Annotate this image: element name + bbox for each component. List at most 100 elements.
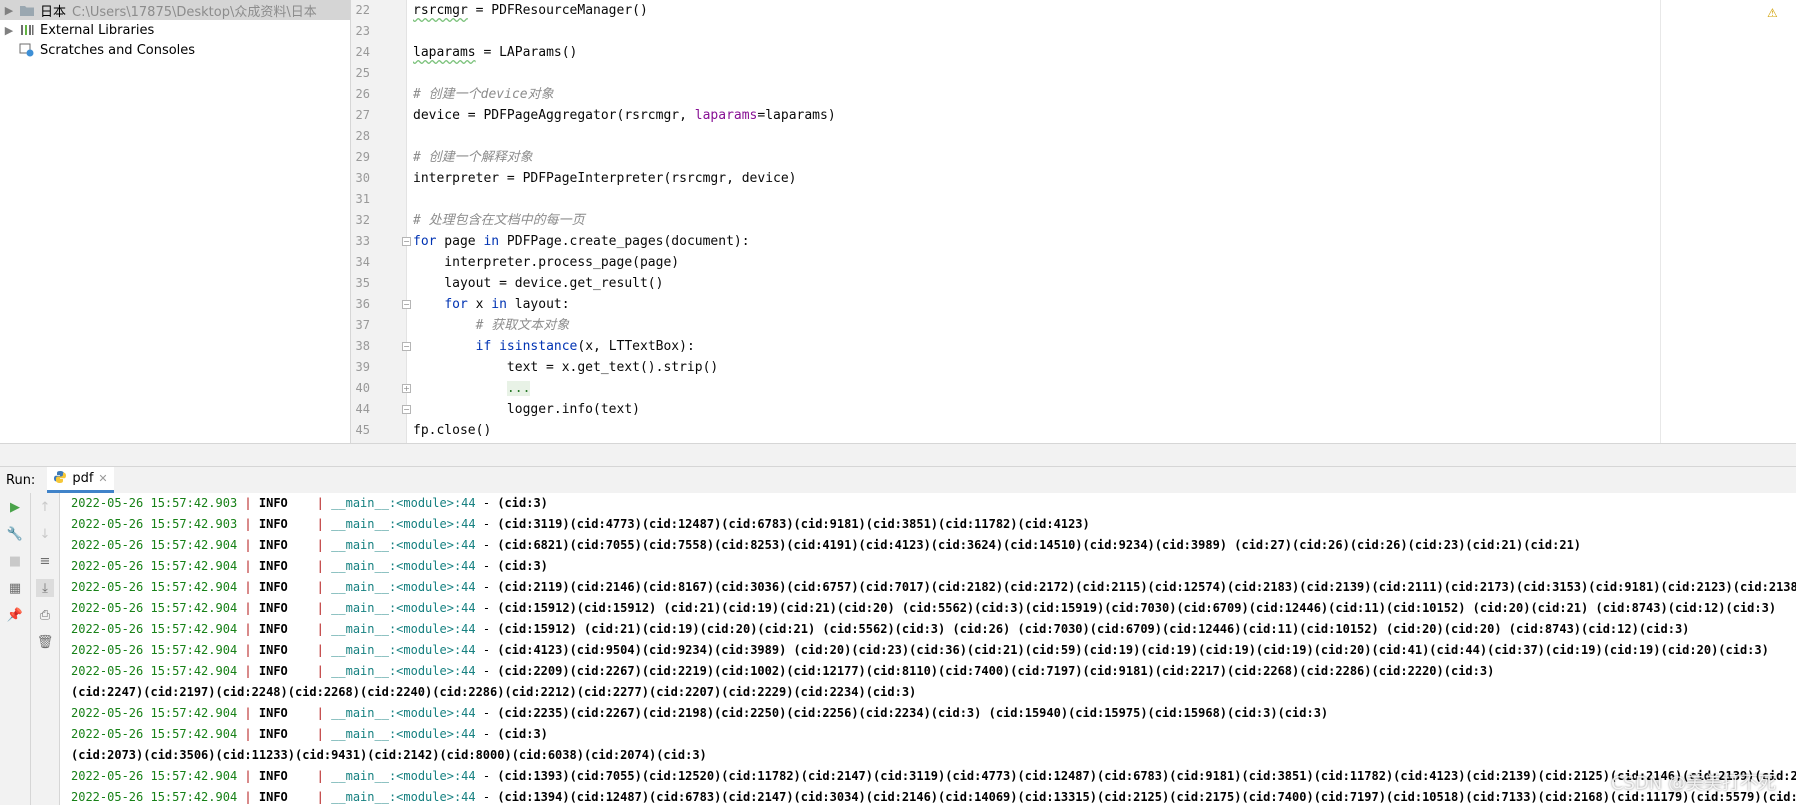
console-level: INFO xyxy=(258,727,317,741)
console-level: INFO xyxy=(258,601,317,615)
code-line: for x in layout: xyxy=(444,297,570,312)
separator: | xyxy=(244,622,252,636)
separator: | xyxy=(316,706,324,720)
splitter[interactable] xyxy=(0,443,1796,466)
console-line: 2022-05-26 15:57:42.903 | INFO | __main_… xyxy=(71,517,1090,531)
fold-marker-icon[interactable]: − xyxy=(402,342,411,351)
console-line: 2022-05-26 15:57:42.904 | INFO | __main_… xyxy=(71,727,548,741)
run-toolbar-primary: ▶ 🔧 ■ ▦ 📌 xyxy=(0,493,31,805)
console-module: __main__:<module>:44 xyxy=(331,706,476,720)
soft-wrap-icon[interactable]: ≡ xyxy=(36,552,54,570)
code-line: ... xyxy=(506,381,531,396)
print-icon[interactable]: ⎙ xyxy=(36,606,54,624)
line-number: 28 xyxy=(355,129,370,143)
separator: | xyxy=(244,790,252,804)
console-module: __main__:<module>:44 xyxy=(331,790,476,804)
libraries-icon xyxy=(18,23,36,37)
tree-item-path: C:\Users\17875\Desktop\众成资料\日本 xyxy=(72,4,317,20)
console-timestamp: 2022-05-26 15:57:42.904 xyxy=(71,601,238,615)
console-timestamp: 2022-05-26 15:57:42.904 xyxy=(71,769,238,783)
console-message: (cid:3) xyxy=(497,559,548,573)
line-number: 45 xyxy=(355,423,370,437)
code-line: if isinstance(x, LTTextBox): xyxy=(475,339,695,354)
console-line: 2022-05-26 15:57:42.904 | INFO | __main_… xyxy=(71,643,1769,657)
console-message: (cid:2119)(cid:2146)(cid:8167)(cid:3036)… xyxy=(497,580,1796,594)
console-timestamp: 2022-05-26 15:57:42.904 xyxy=(71,790,238,804)
code-line: laparams = LAParams() xyxy=(413,45,578,60)
down-icon[interactable]: ↓ xyxy=(36,525,54,543)
expand-arrow-icon[interactable]: ▶ xyxy=(0,24,18,37)
separator: | xyxy=(316,580,324,594)
code-line: rsrcmgr = PDFResourceManager() xyxy=(413,3,648,18)
separator: | xyxy=(316,643,324,657)
close-icon[interactable]: ✕ xyxy=(98,472,107,485)
line-number: 34 xyxy=(355,255,370,269)
line-number: 40 xyxy=(355,381,370,395)
separator: | xyxy=(244,727,252,741)
tree-item-label: 日本 xyxy=(40,4,67,20)
fold-marker-icon[interactable]: − xyxy=(402,300,411,309)
tree-item-external-libraries[interactable]: ▶ External Libraries xyxy=(0,20,350,40)
stop-icon[interactable]: ■ xyxy=(6,552,24,570)
code-line: fp.close() xyxy=(413,423,492,438)
scratches-icon xyxy=(18,43,36,57)
console-timestamp: 2022-05-26 15:57:42.904 xyxy=(71,622,238,636)
line-number: 25 xyxy=(355,66,370,80)
console-timestamp: 2022-05-26 15:57:42.903 xyxy=(71,496,238,510)
console-line: 2022-05-26 15:57:42.904 | INFO | __main_… xyxy=(60,577,1796,598)
line-number: 26 xyxy=(355,87,370,101)
console-message: (cid:1394)(cid:12487)(cid:6783)(cid:2147… xyxy=(497,790,1796,804)
code-line: interpreter = PDFPageInterpreter(rsrcmgr… xyxy=(413,171,797,186)
console-timestamp: 2022-05-26 15:57:42.904 xyxy=(71,727,238,741)
console-message: (cid:3119)(cid:4773)(cid:12487)(cid:6783… xyxy=(497,517,1090,531)
separator: | xyxy=(316,727,324,741)
layout-icon[interactable]: ▦ xyxy=(6,579,24,597)
code-line: interpreter.process_page(page) xyxy=(413,255,680,270)
code-line: for page in PDFPage.create_pages(documen… xyxy=(413,234,750,249)
pin-icon[interactable]: 📌 xyxy=(6,606,24,624)
line-number: 29 xyxy=(355,150,370,164)
fold-marker-icon[interactable]: − xyxy=(402,405,411,414)
console-module: __main__:<module>:44 xyxy=(331,496,476,510)
line-number: 35 xyxy=(355,276,370,290)
console-line: 2022-05-26 15:57:42.904 | INFO | __main_… xyxy=(71,706,1329,720)
separator: | xyxy=(316,496,324,510)
warning-icon[interactable]: ⚠ xyxy=(1767,6,1778,20)
separator: | xyxy=(244,559,252,573)
console-line: 2022-05-26 15:57:42.904 | INFO | __main_… xyxy=(71,559,548,573)
tab-pdf[interactable]: pdf ✕ xyxy=(47,467,114,493)
console-output[interactable]: 2022-05-26 15:57:42.903 | INFO | __main_… xyxy=(60,493,1796,805)
tree-item-root[interactable]: ▶ 日本 C:\Users\17875\Desktop\众成资料\日本 xyxy=(0,0,350,20)
console-message: (cid:2235)(cid:2267)(cid:2198)(cid:2250)… xyxy=(497,706,1329,720)
tree-item-label: External Libraries xyxy=(40,22,155,38)
console-module: __main__:<module>:44 xyxy=(331,622,476,636)
code-line: # 获取文本对象 xyxy=(413,318,570,333)
line-number: 33 xyxy=(355,234,370,248)
tree-item-scratches[interactable]: Scratches and Consoles xyxy=(0,40,350,60)
right-margin-guide xyxy=(1660,0,1661,443)
console-message: (cid:15912)(cid:15912) (cid:21)(cid:19)(… xyxy=(497,601,1777,615)
trash-icon[interactable]: 🗑 xyxy=(36,633,54,651)
run-icon[interactable]: ▶ xyxy=(6,498,24,516)
tree-item-label: Scratches and Consoles xyxy=(40,42,196,58)
separator: | xyxy=(316,517,324,531)
console-level: INFO xyxy=(258,790,317,804)
console-message: (cid:3) xyxy=(497,496,548,510)
console-level: INFO xyxy=(258,496,317,510)
fold-marker-icon[interactable]: − xyxy=(402,237,411,246)
scroll-end-icon[interactable]: ⤓ xyxy=(36,579,54,597)
fold-marker-icon[interactable]: + xyxy=(402,384,411,393)
console-message: (cid:4123)(cid:9504)(cid:9234)(cid:3989)… xyxy=(497,643,1769,657)
run-toolbar-secondary: ↑ ↓ ≡ ⤓ ⎙ 🗑 xyxy=(31,493,60,805)
console-level: INFO xyxy=(258,559,317,573)
expand-arrow-icon[interactable]: ▶ xyxy=(0,4,18,17)
console-level: INFO xyxy=(258,664,317,678)
tab-label: pdf xyxy=(72,471,94,486)
separator: | xyxy=(316,538,324,552)
run-panel-header: Run: pdf ✕ xyxy=(0,466,1796,494)
console-module: __main__:<module>:44 xyxy=(331,538,476,552)
up-icon[interactable]: ↑ xyxy=(36,498,54,516)
console-message: (cid:6821)(cid:7055)(cid:7558)(cid:8253)… xyxy=(497,538,1582,552)
console-message: (cid:2073)(cid:3506)(cid:11233)(cid:9431… xyxy=(71,748,707,762)
wrench-icon[interactable]: 🔧 xyxy=(6,525,24,543)
